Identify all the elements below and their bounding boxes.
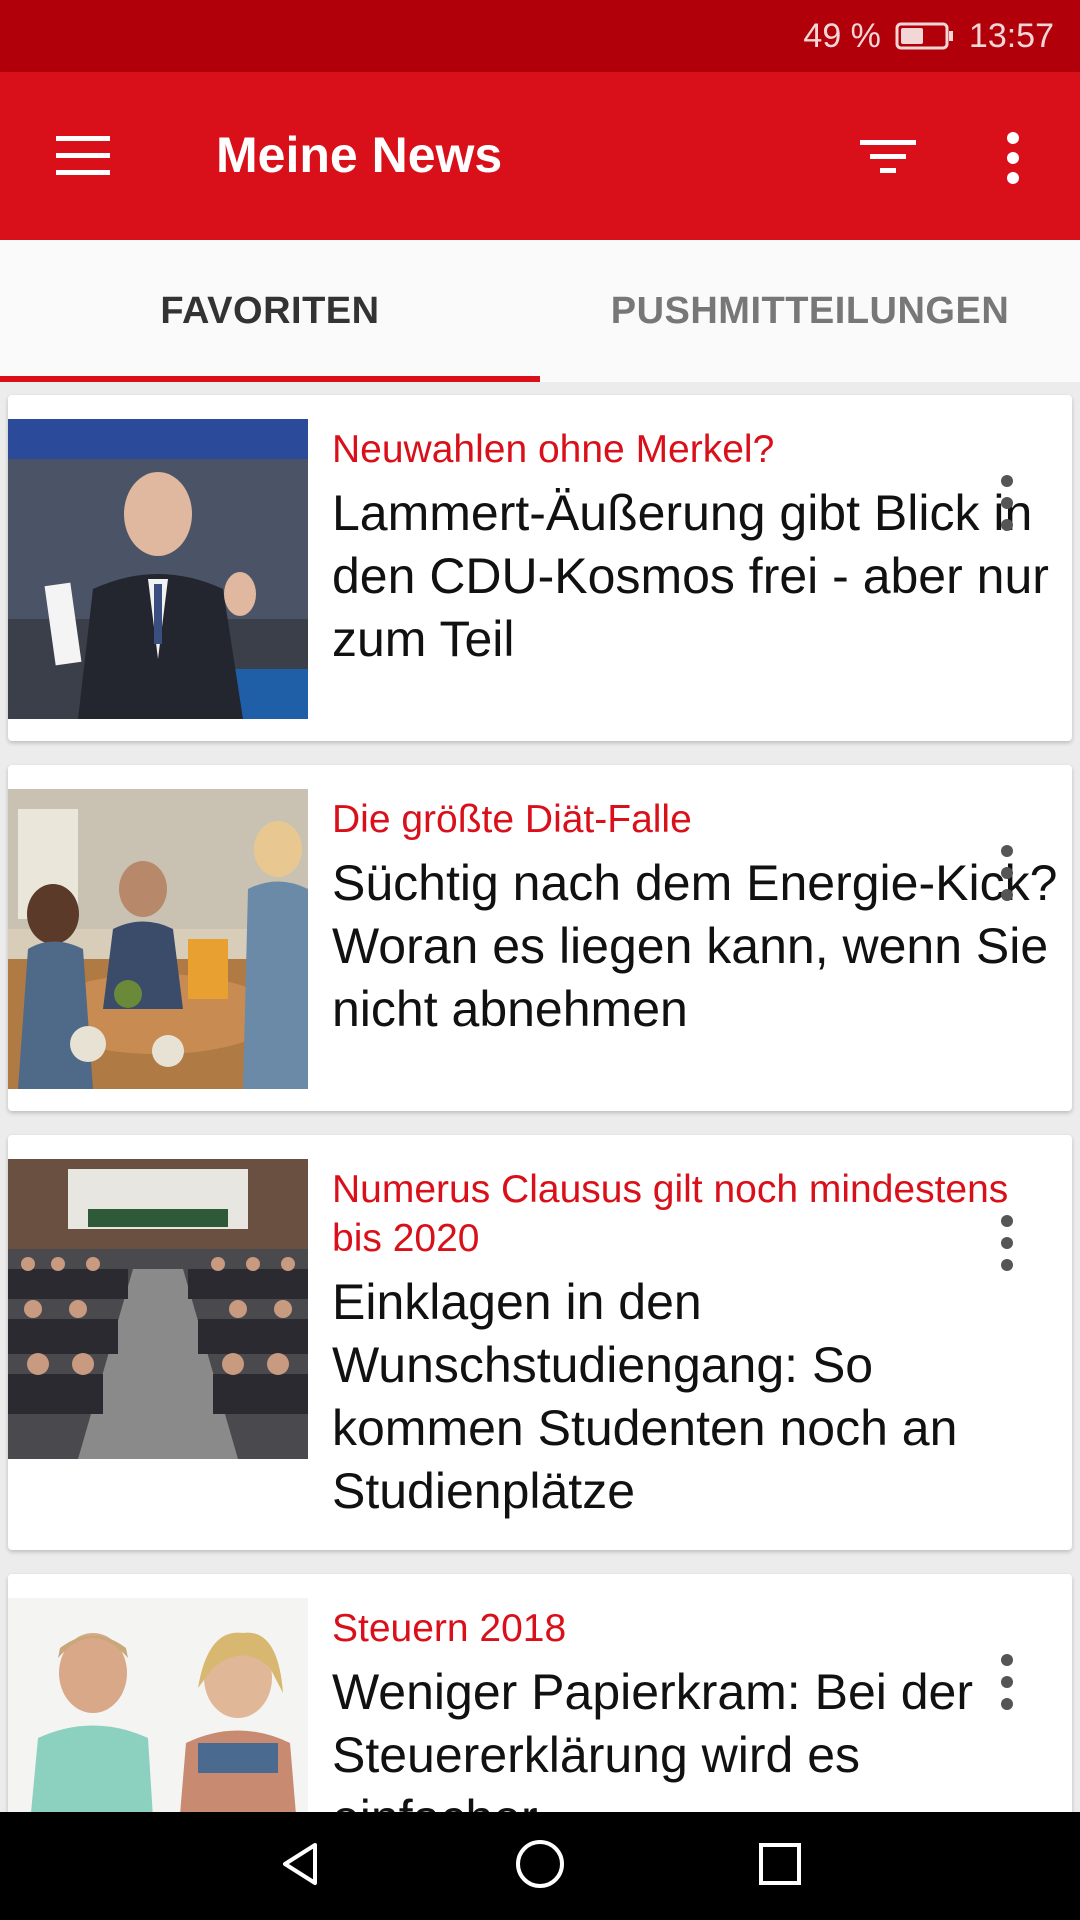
home-icon (513, 1837, 567, 1896)
news-feed[interactable]: Neuwahlen ohne Merkel? Lammert-Äußerung … (0, 382, 1080, 1812)
article-headline: Weniger Papierkram: Bei der Steuererklär… (332, 1664, 974, 1812)
article-headline: Süchtig nach dem Energie-Kick? Woran es … (332, 855, 1058, 1037)
tab-bar: FAVORITEN PUSHMITTEILUNGEN (0, 240, 1080, 382)
article-text: Neuwahlen ohne Merkel? Lammert-Äußerung … (332, 425, 1062, 671)
more-vert-icon[interactable] (992, 1650, 1022, 1714)
article-headline: Lammert-Äußerung gibt Blick in den CDU-K… (332, 485, 1049, 667)
status-bar: 49 % 13:57 (0, 0, 1080, 72)
article-text: Steuern 2018 Weniger Papierkram: Bei der… (332, 1604, 1062, 1812)
article-headline: Einklagen in den Wunschstudiengang: So k… (332, 1274, 958, 1519)
article-thumbnail (8, 1159, 308, 1459)
back-button[interactable] (180, 1812, 420, 1920)
article-thumbnail (8, 1598, 308, 1812)
back-icon (275, 1839, 325, 1894)
filter-icon[interactable] (858, 134, 918, 180)
article-thumbnail (8, 419, 308, 719)
more-vert-icon[interactable] (992, 1211, 1022, 1275)
more-vert-icon[interactable] (992, 471, 1022, 535)
article-thumbnail (8, 789, 308, 1089)
page-title: Meine News (216, 127, 503, 183)
tab-favoriten[interactable]: FAVORITEN (0, 240, 540, 382)
article-kicker: Numerus Clausus gilt noch mindestens bis… (332, 1168, 1009, 1260)
recents-icon (755, 1839, 805, 1894)
article-card[interactable]: Steuern 2018 Weniger Papierkram: Bei der… (8, 1574, 1072, 1812)
article-kicker: Steuern 2018 (332, 1607, 567, 1650)
battery-icon (895, 21, 955, 51)
article-card[interactable]: Numerus Clausus gilt noch mindestens bis… (8, 1135, 1072, 1550)
home-button[interactable] (420, 1812, 660, 1920)
app-bar: Meine News (0, 72, 1080, 240)
article-kicker: Neuwahlen ohne Merkel? (332, 428, 775, 471)
system-nav-bar (0, 1812, 1080, 1920)
article-text: Die größte Diät-Falle Süchtig nach dem E… (332, 795, 1062, 1041)
tab-pushmitteilungen[interactable]: PUSHMITTEILUNGEN (540, 240, 1080, 382)
tab-label: PUSHMITTEILUNGEN (610, 289, 1010, 332)
more-vert-icon[interactable] (998, 128, 1028, 188)
article-card[interactable]: Neuwahlen ohne Merkel? Lammert-Äußerung … (8, 395, 1072, 741)
article-card[interactable]: Die größte Diät-Falle Süchtig nach dem E… (8, 765, 1072, 1111)
tab-label: FAVORITEN (160, 289, 380, 332)
article-kicker: Die größte Diät-Falle (332, 798, 692, 841)
more-vert-icon[interactable] (992, 841, 1022, 905)
article-text: Numerus Clausus gilt noch mindestens bis… (332, 1165, 1062, 1523)
battery-percent: 49 % (803, 16, 881, 55)
clock: 13:57 (968, 16, 1054, 55)
recents-button[interactable] (660, 1812, 900, 1920)
menu-icon[interactable] (52, 128, 114, 184)
